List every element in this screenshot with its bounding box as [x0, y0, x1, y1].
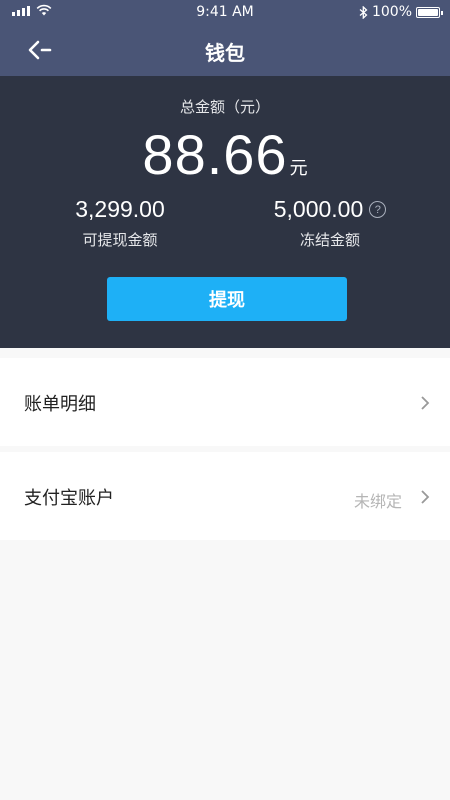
list-item-alipay-account[interactable]: 支付宝账户 未绑定 — [0, 452, 450, 540]
withdrawable-stat: 3,299.00 可提现金额 — [20, 196, 220, 250]
frozen-label: 冻结金额 — [299, 231, 360, 249]
status-right: 100% — [359, 4, 443, 20]
alipay-account-label: 支付宝账户 — [24, 488, 114, 509]
nav-bar: 钱包 — [0, 26, 450, 76]
withdrawable-amount: 3,299.00 — [75, 196, 165, 223]
list-item-bills[interactable]: 账单明细 — [0, 358, 450, 446]
battery-percent: 100% — [371, 4, 412, 20]
withdrawable-label: 可提现金额 — [82, 231, 158, 249]
help-icon[interactable]: ? — [369, 201, 387, 218]
battery-icon — [416, 6, 443, 18]
frozen-amount-value: 5,000.00 — [273, 196, 364, 222]
bluetooth-icon — [359, 5, 368, 19]
frozen-stat: 5,000.00 ? 冻结金额 — [230, 196, 430, 250]
alipay-binding-status: 未绑定 — [353, 492, 402, 511]
wallet-summary-card: 总金额（元） 88.66 元 3,299.00 可提现金额 5,000.00 ? … — [0, 76, 450, 348]
withdraw-button[interactable]: 提现 — [107, 277, 347, 321]
total-amount-unit: 元 — [289, 158, 308, 178]
status-bar: 9:41 AM 100% — [0, 0, 450, 26]
chevron-right-icon — [421, 490, 430, 504]
total-amount: 88.66 元 — [0, 122, 450, 187]
withdrawable-amount-value: 3,299.00 — [75, 196, 165, 222]
chevron-right-icon — [421, 396, 430, 410]
frozen-amount: 5,000.00 ? — [274, 196, 387, 223]
wallet-screen: 9:41 AM 100% 钱包 总金额（元） 88.66 元 3,299.00 可… — [0, 0, 450, 800]
total-amount-label: 总金额（元） — [179, 98, 270, 116]
bills-label: 账单明细 — [24, 394, 96, 415]
page-title: 钱包 — [205, 41, 245, 65]
total-amount-value: 88.66 — [142, 123, 288, 186]
